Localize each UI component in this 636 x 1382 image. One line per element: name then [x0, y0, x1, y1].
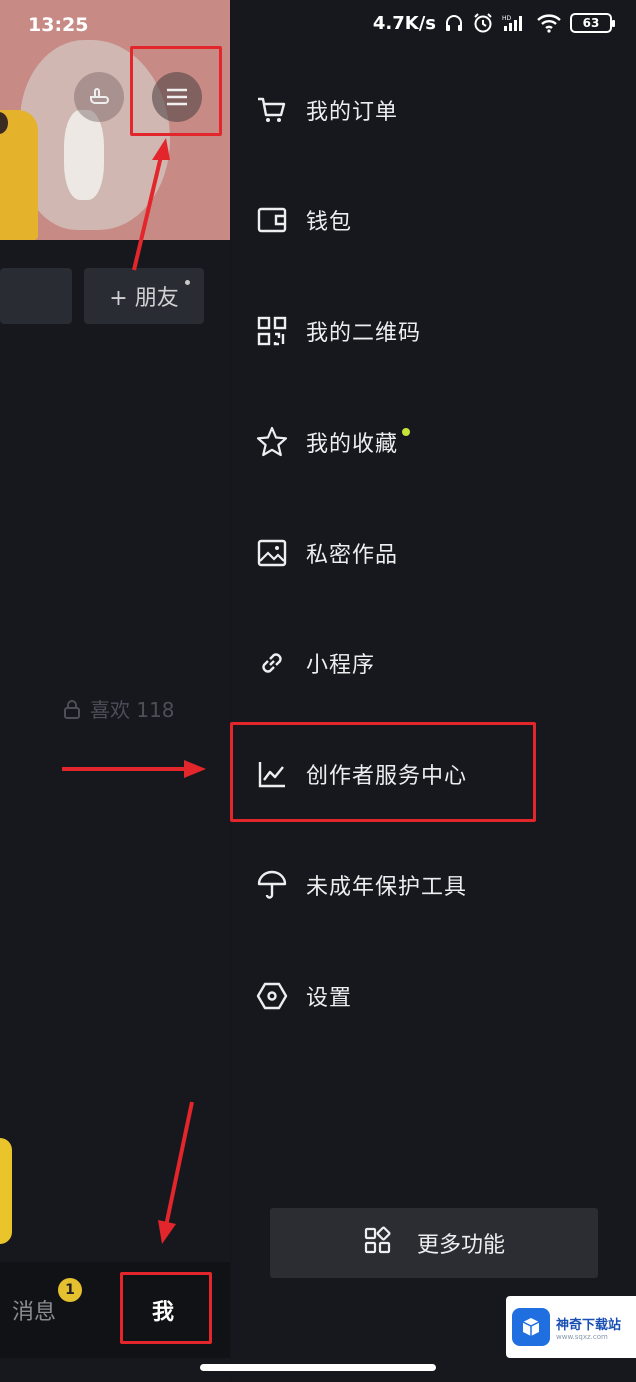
creator-center-highlight-box — [230, 722, 536, 822]
floating-tab[interactable] — [0, 1138, 12, 1244]
side-drawer: 我的订单 钱包 我的二维码 我的收藏 私密作品 小程序 创作者服务中心 未成年保… — [232, 0, 636, 1382]
wallet-icon — [254, 202, 290, 238]
svg-text:HD: HD — [502, 15, 512, 22]
menu-item-label: 小程序 — [306, 653, 376, 678]
arrow-to-menu — [132, 138, 170, 271]
menu-item-minor-protection[interactable]: 未成年保护工具 — [254, 855, 614, 915]
status-time: 13:25 — [28, 14, 89, 36]
home-indicator[interactable] — [200, 1364, 436, 1371]
likes-label: 喜欢 118 — [90, 698, 175, 722]
signal-icon: HD — [502, 13, 528, 33]
headphone-icon — [444, 13, 464, 33]
menu-item-label: 我的收藏 — [306, 432, 399, 457]
arrow-to-creator-center — [62, 760, 206, 778]
hand-point-icon[interactable] — [74, 72, 124, 122]
menu-item-wallet[interactable]: 钱包 — [254, 190, 614, 250]
menu-item-favorites[interactable]: 我的收藏 — [254, 412, 614, 472]
menu-item-orders[interactable]: 我的订单 — [254, 80, 614, 140]
watermark-logo-icon — [512, 1308, 550, 1346]
add-friend-label: + 朋友 — [109, 286, 179, 311]
shopping-cart-icon — [254, 92, 290, 128]
alarm-icon — [472, 12, 494, 34]
edit-profile-button[interactable] — [0, 268, 72, 324]
more-features-button[interactable]: 更多功能 — [270, 1208, 598, 1278]
watermark-url: www.sqxz.com — [556, 1332, 608, 1341]
star-icon — [254, 424, 290, 460]
menu-item-label: 私密作品 — [306, 543, 399, 568]
menu-item-label: 未成年保护工具 — [306, 875, 468, 900]
nav-messages[interactable]: 消息 — [12, 1294, 56, 1326]
lock-icon — [64, 699, 80, 719]
me-highlight-box — [120, 1272, 212, 1344]
new-indicator-dot — [402, 428, 411, 436]
battery-icon: 63 — [570, 13, 615, 33]
messages-badge: 1 — [58, 1278, 82, 1302]
menu-item-label: 钱包 — [306, 210, 353, 235]
watermark: 神奇下载站 www.sqxz.com — [506, 1296, 636, 1358]
new-dot — [185, 280, 190, 285]
wifi-icon — [536, 13, 562, 33]
watermark-name: 神奇下载站 — [556, 1317, 622, 1333]
qr-code-icon — [254, 313, 290, 349]
settings-hexagon-icon — [254, 978, 290, 1014]
umbrella-icon — [254, 867, 290, 903]
menu-item-mini-programs[interactable]: 小程序 — [254, 633, 614, 693]
network-speed: 4.7K/s — [372, 12, 436, 34]
menu-item-label: 设置 — [306, 986, 353, 1011]
menu-item-qr-code[interactable]: 我的二维码 — [254, 301, 614, 361]
link-icon — [254, 645, 290, 681]
menu-item-label: 我的订单 — [306, 100, 399, 125]
grid-icon — [363, 1226, 393, 1260]
menu-item-settings[interactable]: 设置 — [254, 966, 614, 1026]
menu-item-label: 我的二维码 — [306, 321, 422, 346]
menu-item-private-works[interactable]: 私密作品 — [254, 523, 614, 583]
status-bar: 13:25 4.7K/s HD 63 — [0, 0, 636, 52]
image-icon — [254, 535, 290, 571]
arrow-to-me — [158, 1101, 194, 1244]
likes-tab[interactable]: 喜欢 118 — [62, 694, 175, 723]
menu-highlight-box — [130, 46, 222, 136]
more-features-label: 更多功能 — [416, 1233, 505, 1258]
status-icons: 4.7K/s HD 63 — [372, 12, 615, 34]
